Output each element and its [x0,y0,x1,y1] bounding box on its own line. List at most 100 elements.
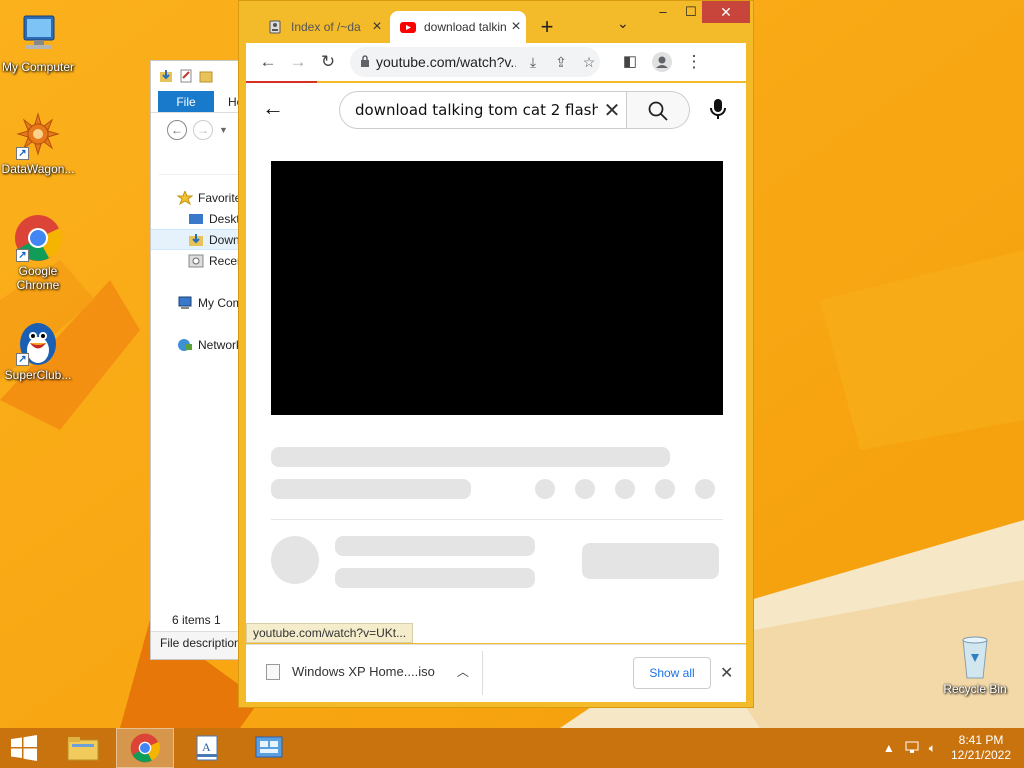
youtube-page[interactable]: ← download talking tom cat 2 flash p ✕ [246,83,746,643]
desktop-icon-label: DataWagon... [1,162,75,176]
ribbon-tabs: File Ho [151,91,249,113]
subscriber-placeholder [335,568,535,588]
chevron-up-icon[interactable]: ▲ [883,741,895,755]
computer-icon [177,296,193,310]
penguin-icon: ↗ [14,318,62,366]
back-arrow-icon[interactable]: ← [262,95,284,121]
tree-item-recent-places[interactable]: Recent places [151,250,249,271]
close-icon[interactable]: × [367,18,387,36]
file-description-bar: File description [151,631,249,659]
install-icon[interactable]: ⤓ [522,54,544,71]
download-file-name: Windows XP Home....iso [292,664,435,679]
microphone-icon[interactable] [708,97,728,121]
tab-index-of[interactable]: Index of /~da × [257,11,387,43]
subscribe-button-placeholder [582,543,719,579]
desktop-icon-superclub[interactable]: ↗ SuperClub... [0,318,80,382]
back-arrow-icon[interactable]: ← [167,120,187,140]
new-tab-plus-icon[interactable]: + [535,14,559,40]
reload-icon[interactable]: ↻ [314,48,342,76]
shortcut-arrow-icon: ↗ [16,147,29,160]
channel-avatar-placeholder [271,536,319,584]
bookmark-star-icon[interactable]: ☆ [578,54,600,71]
section-divider [271,519,723,520]
action-placeholder [615,479,635,499]
tree-item-my-computer[interactable]: My Computer [151,292,249,313]
tree-item-network[interactable]: Network [151,334,249,355]
server-favicon-icon [267,19,283,35]
action-placeholder [655,479,675,499]
show-all-button[interactable]: Show all [633,657,711,689]
datawagon-icon: ↗ [14,112,62,160]
close-icon[interactable]: ✕ [720,663,733,683]
tree-item-downloads[interactable]: Downloads [151,229,249,250]
download-item[interactable]: Windows XP Home....iso ︿ [266,663,469,680]
desktop-icon-google-chrome[interactable]: ↗ Google Chrome [0,214,80,292]
desktop-icon-my-computer[interactable]: My Computer [0,10,80,74]
address-bar[interactable]: youtube.com/watch?v... ⤓ ⇪ ☆ [350,47,600,77]
search-query: download talking tom cat 2 flash p [355,101,598,119]
lock-icon[interactable] [360,54,370,70]
tree-item-favorites[interactable]: Favorites [151,187,249,208]
side-panel-icon[interactable]: ◧ [616,48,644,76]
desktop-icon-label: Google Chrome [16,264,60,292]
forward-arrow-icon[interactable]: → [284,48,312,76]
desktop-icon-label: My Computer [1,60,75,74]
file-icon [266,663,280,680]
quick-access-toolbar [151,61,249,91]
chevron-down-icon[interactable]: ▼ [219,125,228,135]
window-close-button[interactable]: ✕ [702,1,750,23]
status-bar: 6 items 1 [172,613,221,627]
taskbar-file-explorer[interactable] [54,728,112,768]
navigation-pane: Favorites Desktop Downloads Recent place… [151,175,249,355]
shortcut-arrow-icon: ↗ [16,353,29,366]
properties-icon[interactable] [179,69,193,83]
clock[interactable]: 8:41 PM 12/21/2022 [946,733,1016,763]
start-button[interactable] [0,728,48,768]
taskbar-wordpad[interactable]: A [178,728,236,768]
network-tray-icon[interactable] [905,740,919,757]
url-text: youtube.com/watch?v... [376,54,516,70]
volume-icon[interactable]: 🔈︎ [929,741,936,756]
taskbar-google-chrome[interactable] [116,728,174,768]
youtube-favicon-icon [400,19,416,35]
folder-down-icon[interactable] [159,69,173,83]
system-tray: ▲ 🔈︎ 8:41 PM 12/21/2022 [883,728,1024,768]
search-icon [648,101,668,121]
address-bar[interactable] [159,147,249,175]
control-panel-icon [255,736,283,758]
tab-youtube[interactable]: download talking tom cat 2 flash p × [390,11,526,43]
youtube-search-button[interactable] [627,91,690,129]
action-placeholder [575,479,595,499]
kebab-menu-icon[interactable]: ⋮ [680,48,708,76]
video-player[interactable] [271,161,723,415]
desktop-icon-label: SuperClub... [4,368,72,382]
chrome-icon: ↗ [14,214,62,262]
share-icon[interactable]: ⇪ [550,54,572,71]
browser-toolbar: ← → ↻ youtube.com/watch?v... ⤓ ⇪ ☆ ◧ ⋮ [246,43,746,81]
chevron-up-icon[interactable]: ︿ [457,663,469,680]
chevron-down-icon[interactable]: ⌄ [617,15,629,32]
desktop-icon-datawagon[interactable]: ↗ DataWagon... [0,112,80,176]
back-arrow-icon[interactable]: ← [254,48,282,76]
windows-logo-icon [11,735,37,761]
chrome-icon [130,733,160,763]
close-icon[interactable]: × [506,18,526,36]
link-status-bubble: youtube.com/watch?v=UKt... [246,623,414,643]
taskbar: A ▲ 🔈︎ 8:41 PM 12/21/2022 [0,728,1024,768]
youtube-search-input[interactable]: download talking tom cat 2 flash p ✕ [339,91,627,129]
tree-item-desktop[interactable]: Desktop [151,208,249,229]
clock-time: 8:41 PM [958,733,1004,747]
desktop-icon-recycle-bin[interactable]: Recycle Bin [934,632,1016,696]
star-icon [176,189,194,205]
clear-search-icon[interactable]: ✕ [598,98,626,123]
action-placeholder [535,479,555,499]
forward-arrow-icon[interactable]: → [193,120,213,140]
downloads-folder-icon [188,233,204,247]
file-explorer-window[interactable]: File Ho ← → ▼ Favorites Desktop Download… [150,60,250,660]
tree-item-label: Network [198,337,243,352]
profile-avatar-icon[interactable] [648,48,676,76]
ribbon-tab-file[interactable]: File [158,91,214,112]
chrome-window[interactable]: Index of /~da × download talking tom cat… [238,0,754,708]
new-folder-icon[interactable] [199,69,213,83]
taskbar-control-panel[interactable] [240,728,298,768]
